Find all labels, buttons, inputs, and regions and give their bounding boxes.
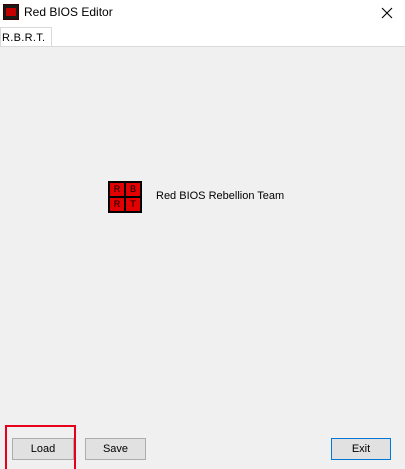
window-title: Red BIOS Editor: [24, 5, 113, 19]
logo-letter: T: [126, 198, 140, 211]
rbrt-logo: R B R T: [108, 181, 142, 213]
logo-letter: R: [110, 183, 124, 196]
tab-rbrt[interactable]: R.B.R.T.: [0, 27, 53, 48]
app-window: Red BIOS Editor R.B.R.T. R B R T Red BIO…: [0, 0, 405, 469]
logo-letter: R: [110, 198, 124, 211]
tab-panel: [0, 46, 405, 469]
team-name: Red BIOS Rebellion Team: [156, 190, 285, 202]
app-logo-icon: [3, 4, 19, 20]
close-button[interactable]: [369, 0, 405, 26]
load-button[interactable]: Load: [12, 438, 74, 460]
exit-button[interactable]: Exit: [331, 438, 391, 460]
save-button[interactable]: Save: [85, 438, 146, 460]
close-icon: [381, 7, 393, 19]
logo-letter: B: [126, 183, 140, 196]
title-bar[interactable]: Red BIOS Editor: [0, 0, 405, 26]
tab-strip: R.B.R.T.: [0, 26, 405, 48]
